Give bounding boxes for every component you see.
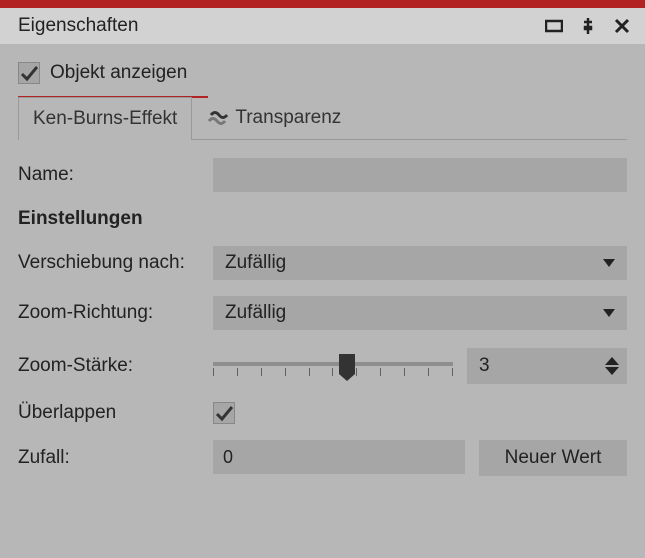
tab-bar: Ken-Burns-Effekt Transparenz xyxy=(18,96,627,140)
zoomstr-label: Zoom-Stärke: xyxy=(18,355,213,377)
zoomstr-value: 3 xyxy=(479,355,490,377)
zoomstr-controls: 3 xyxy=(213,346,627,386)
show-object-row: Objekt anzeigen xyxy=(18,54,208,98)
overlap-row: Überlappen xyxy=(18,402,627,424)
panel-header: Eigenschaften xyxy=(0,8,645,44)
zoomstr-slider[interactable] xyxy=(213,346,453,386)
zoomdir-row: Zoom-Richtung: Zufällig xyxy=(18,296,627,330)
random-label: Zufall: xyxy=(18,447,213,469)
tab-label: Ken-Burns-Effekt xyxy=(33,108,177,130)
close-icon[interactable] xyxy=(613,17,631,35)
panel-title: Eigenschaften xyxy=(18,15,138,37)
random-input[interactable] xyxy=(213,440,465,474)
shift-row: Verschiebung nach: Zufällig xyxy=(18,246,627,280)
transparency-icon xyxy=(207,107,229,129)
form-area: Name: Einstellungen Verschiebung nach: Z… xyxy=(18,140,627,476)
settings-heading: Einstellungen xyxy=(18,208,213,230)
show-object-label: Objekt anzeigen xyxy=(50,62,187,84)
new-value-label: Neuer Wert xyxy=(505,447,602,469)
zoomstr-spinner[interactable]: 3 xyxy=(467,348,627,384)
zoomdir-label: Zoom-Richtung: xyxy=(18,302,213,324)
window-mode-icon[interactable] xyxy=(545,17,563,35)
spinner-up-icon[interactable] xyxy=(605,357,619,365)
shift-label: Verschiebung nach: xyxy=(18,252,213,274)
chevron-down-icon xyxy=(603,259,615,267)
name-row: Name: xyxy=(18,158,627,192)
spinner-down-icon[interactable] xyxy=(605,367,619,375)
panel-content: Objekt anzeigen Ken-Burns-Effekt Transpa… xyxy=(0,44,645,476)
show-object-checkbox[interactable] xyxy=(18,62,40,84)
tab-ken-burns[interactable]: Ken-Burns-Effekt xyxy=(18,97,192,140)
zoomdir-select[interactable]: Zufällig xyxy=(213,296,627,330)
pin-icon[interactable] xyxy=(579,17,597,35)
spinner-arrows[interactable] xyxy=(605,357,619,375)
zoomdir-value: Zufällig xyxy=(225,302,286,324)
random-row: Zufall: Neuer Wert xyxy=(18,440,627,476)
shift-select[interactable]: Zufällig xyxy=(213,246,627,280)
name-label: Name: xyxy=(18,164,213,186)
new-value-button[interactable]: Neuer Wert xyxy=(479,440,627,476)
slider-thumb[interactable] xyxy=(339,354,355,374)
settings-heading-row: Einstellungen xyxy=(18,208,627,230)
tab-label: Transparenz xyxy=(235,107,341,129)
tab-transparency[interactable]: Transparenz xyxy=(192,96,356,139)
chevron-down-icon xyxy=(603,309,615,317)
name-input[interactable] xyxy=(213,158,627,192)
slider-ticks xyxy=(213,368,453,376)
header-controls xyxy=(545,17,631,35)
accent-bar xyxy=(0,0,645,8)
properties-panel: Eigenschaften Objekt anzeigen Ken-Burns-… xyxy=(0,0,645,558)
overlap-label: Überlappen xyxy=(18,402,213,424)
shift-value: Zufällig xyxy=(225,252,286,274)
zoomstr-row: Zoom-Stärke: 3 xyxy=(18,346,627,386)
slider-track xyxy=(213,362,453,366)
overlap-checkbox[interactable] xyxy=(213,402,235,424)
